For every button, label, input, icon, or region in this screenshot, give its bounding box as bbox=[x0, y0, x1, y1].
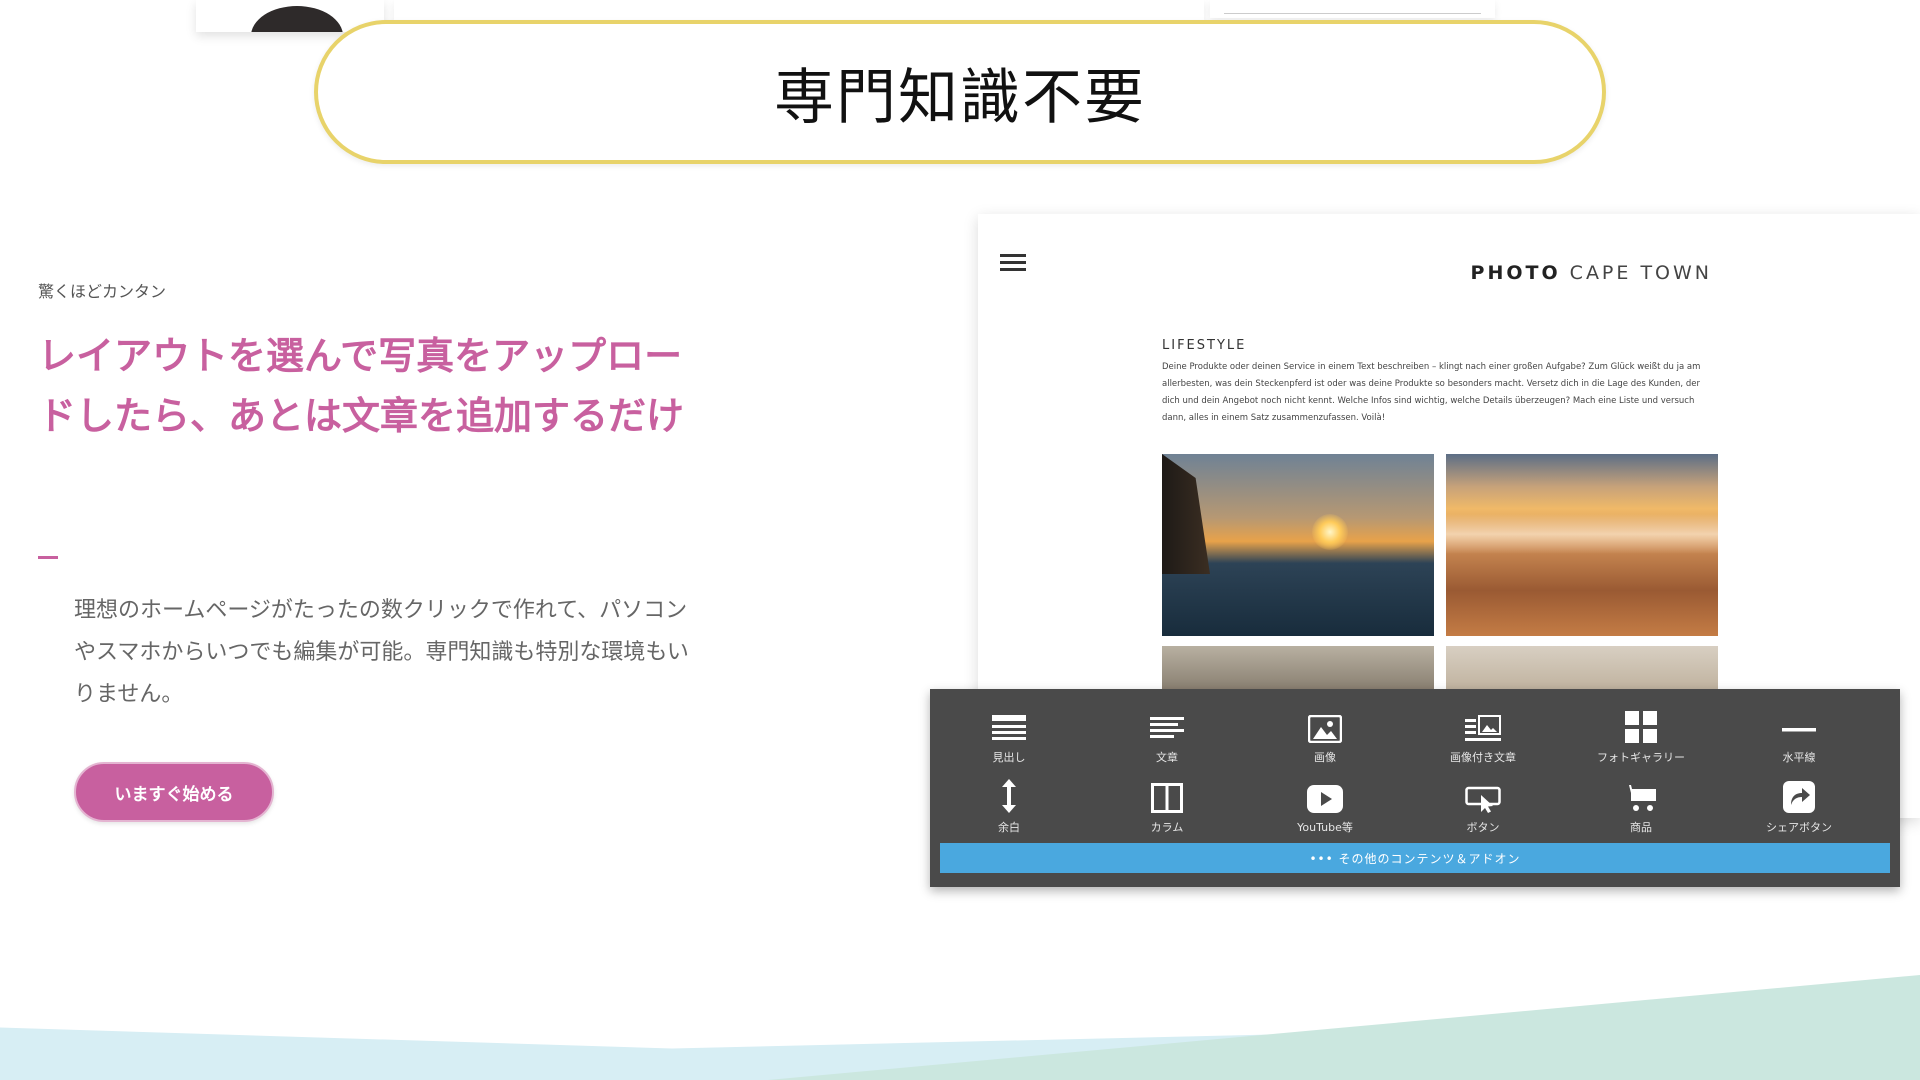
widget-label: 文章 bbox=[1156, 751, 1178, 764]
widget-product[interactable]: 商品 bbox=[1562, 773, 1720, 839]
button-cursor-icon bbox=[1465, 773, 1501, 813]
widget-label: 見出し bbox=[992, 751, 1026, 764]
site-brand-light: CAPE TOWN bbox=[1569, 262, 1712, 284]
heading-icon bbox=[992, 703, 1026, 743]
map-card-divider bbox=[1224, 13, 1481, 14]
preview-section-text: Deine Produkte oder deinen Service in ei… bbox=[1162, 362, 1701, 423]
accent-dash bbox=[38, 556, 58, 559]
widget-text[interactable]: 文章 bbox=[1088, 703, 1246, 769]
widget-button[interactable]: ボタン bbox=[1404, 773, 1562, 839]
text-icon bbox=[1150, 703, 1184, 743]
feature-description: 理想のホームページがたったの数クリックで作れて、パソコンやスマホからいつでも編集… bbox=[74, 598, 689, 707]
widget-horizontal-line[interactable]: 水平線 bbox=[1720, 703, 1878, 769]
gallery-icon bbox=[1625, 703, 1657, 743]
share-icon bbox=[1783, 773, 1815, 813]
widget-image[interactable]: 画像 bbox=[1246, 703, 1404, 769]
site-brand-bold: PHOTO bbox=[1470, 262, 1561, 284]
hamburger-menu-icon[interactable] bbox=[1000, 254, 1026, 272]
feature-eyebrow: 驚くほどカンタン bbox=[38, 282, 167, 301]
section-title: 専門知識不要 bbox=[774, 62, 1146, 133]
avatar bbox=[251, 6, 343, 32]
top-content-card bbox=[394, 0, 1204, 22]
widget-label: 余白 bbox=[998, 821, 1020, 834]
widget-label: YouTube等 bbox=[1297, 821, 1353, 834]
preview-section-label: LIFESTYLE bbox=[1162, 338, 1247, 353]
widget-heading[interactable]: 見出し bbox=[930, 703, 1088, 769]
horizontal-line-icon bbox=[1782, 703, 1816, 743]
top-map-card bbox=[1210, 0, 1495, 18]
image-icon bbox=[1308, 703, 1342, 743]
widget-label: 画像付き文章 bbox=[1450, 751, 1516, 764]
feature-headline: レイアウトを選んで写真をアップロードしたら、あとは文章を追加するだけ bbox=[38, 334, 685, 438]
spacer-icon bbox=[1001, 773, 1017, 813]
widget-label: シェアボタン bbox=[1766, 821, 1832, 834]
widget-gallery[interactable]: フォトギャラリー bbox=[1562, 703, 1720, 769]
video-play-icon bbox=[1307, 773, 1343, 813]
content-widget-toolbar: 見出し 文章 画像 画像付き文章 フォトギャラリー 水平線 余白 カラム You… bbox=[930, 689, 1900, 887]
widget-spacer[interactable]: 余白 bbox=[930, 773, 1088, 839]
widget-columns[interactable]: カラム bbox=[1088, 773, 1246, 839]
section-title-pill: 専門知識不要 bbox=[314, 20, 1606, 164]
widget-label: 商品 bbox=[1630, 821, 1652, 834]
image-text-icon bbox=[1465, 703, 1501, 743]
columns-icon bbox=[1151, 773, 1183, 813]
widget-video[interactable]: YouTube等 bbox=[1246, 773, 1404, 839]
widget-label: 水平線 bbox=[1782, 751, 1816, 764]
widget-label: 画像 bbox=[1314, 751, 1336, 764]
widget-label: カラム bbox=[1150, 821, 1184, 834]
widget-share[interactable]: シェアボタン bbox=[1720, 773, 1878, 839]
more-content-addons-button[interactable]: ••• その他のコンテンツ＆アドオン bbox=[940, 843, 1890, 873]
widget-image-text[interactable]: 画像付き文章 bbox=[1404, 703, 1562, 769]
widget-label: フォトギャラリー bbox=[1597, 751, 1685, 764]
site-brand[interactable]: PHOTO CAPE TOWN bbox=[1471, 262, 1712, 284]
widget-label: ボタン bbox=[1466, 821, 1500, 834]
photo-mountain-sunset bbox=[1446, 454, 1718, 636]
cart-icon bbox=[1624, 773, 1658, 813]
photo-ocean-sunset bbox=[1162, 454, 1434, 636]
start-now-button[interactable]: いますぐ始める bbox=[74, 762, 274, 822]
